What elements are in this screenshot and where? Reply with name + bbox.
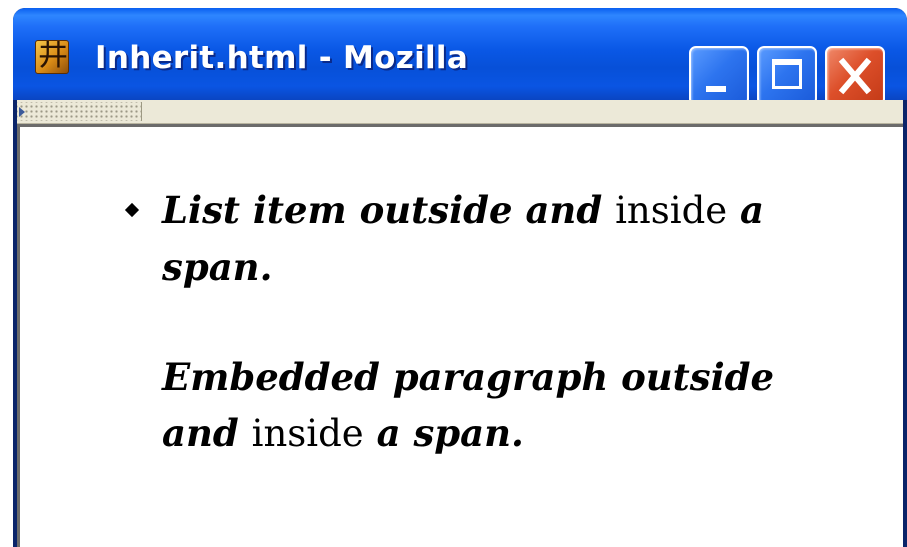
collapsed-toolbar bbox=[17, 100, 903, 124]
bullet-icon bbox=[124, 202, 140, 218]
browser-window: 井 Inherit.html - Mozilla List item outsi… bbox=[13, 8, 907, 547]
window-title: Inherit.html - Mozilla bbox=[95, 40, 469, 76]
list-item-outside-text: List item outside and bbox=[162, 188, 616, 232]
maximize-icon bbox=[772, 59, 802, 89]
toolbar-grip-icon[interactable] bbox=[19, 107, 25, 117]
app-icon-glyph: 井 bbox=[38, 40, 68, 73]
maximize-button[interactable] bbox=[757, 46, 817, 106]
paragraph-after-span-text: a span. bbox=[363, 411, 524, 455]
client-area: List item outside and inside a span. Emb… bbox=[17, 100, 903, 547]
close-icon bbox=[838, 57, 872, 95]
mozilla-app-icon[interactable]: 井 bbox=[35, 40, 69, 74]
page-content: List item outside and inside a span. Emb… bbox=[17, 124, 903, 547]
list-item-inside-span: inside bbox=[615, 189, 728, 232]
title-bar[interactable]: 井 Inherit.html - Mozilla bbox=[13, 8, 907, 106]
close-button[interactable] bbox=[825, 46, 885, 106]
paragraph-inside-span: inside bbox=[251, 412, 364, 455]
minimize-icon bbox=[706, 86, 726, 92]
list-item: List item outside and inside a span. Emb… bbox=[124, 182, 862, 462]
toolbar-grip[interactable] bbox=[17, 102, 142, 121]
minimize-button[interactable] bbox=[689, 46, 749, 106]
embedded-paragraph: Embedded paragraph outside and inside a … bbox=[162, 349, 862, 462]
